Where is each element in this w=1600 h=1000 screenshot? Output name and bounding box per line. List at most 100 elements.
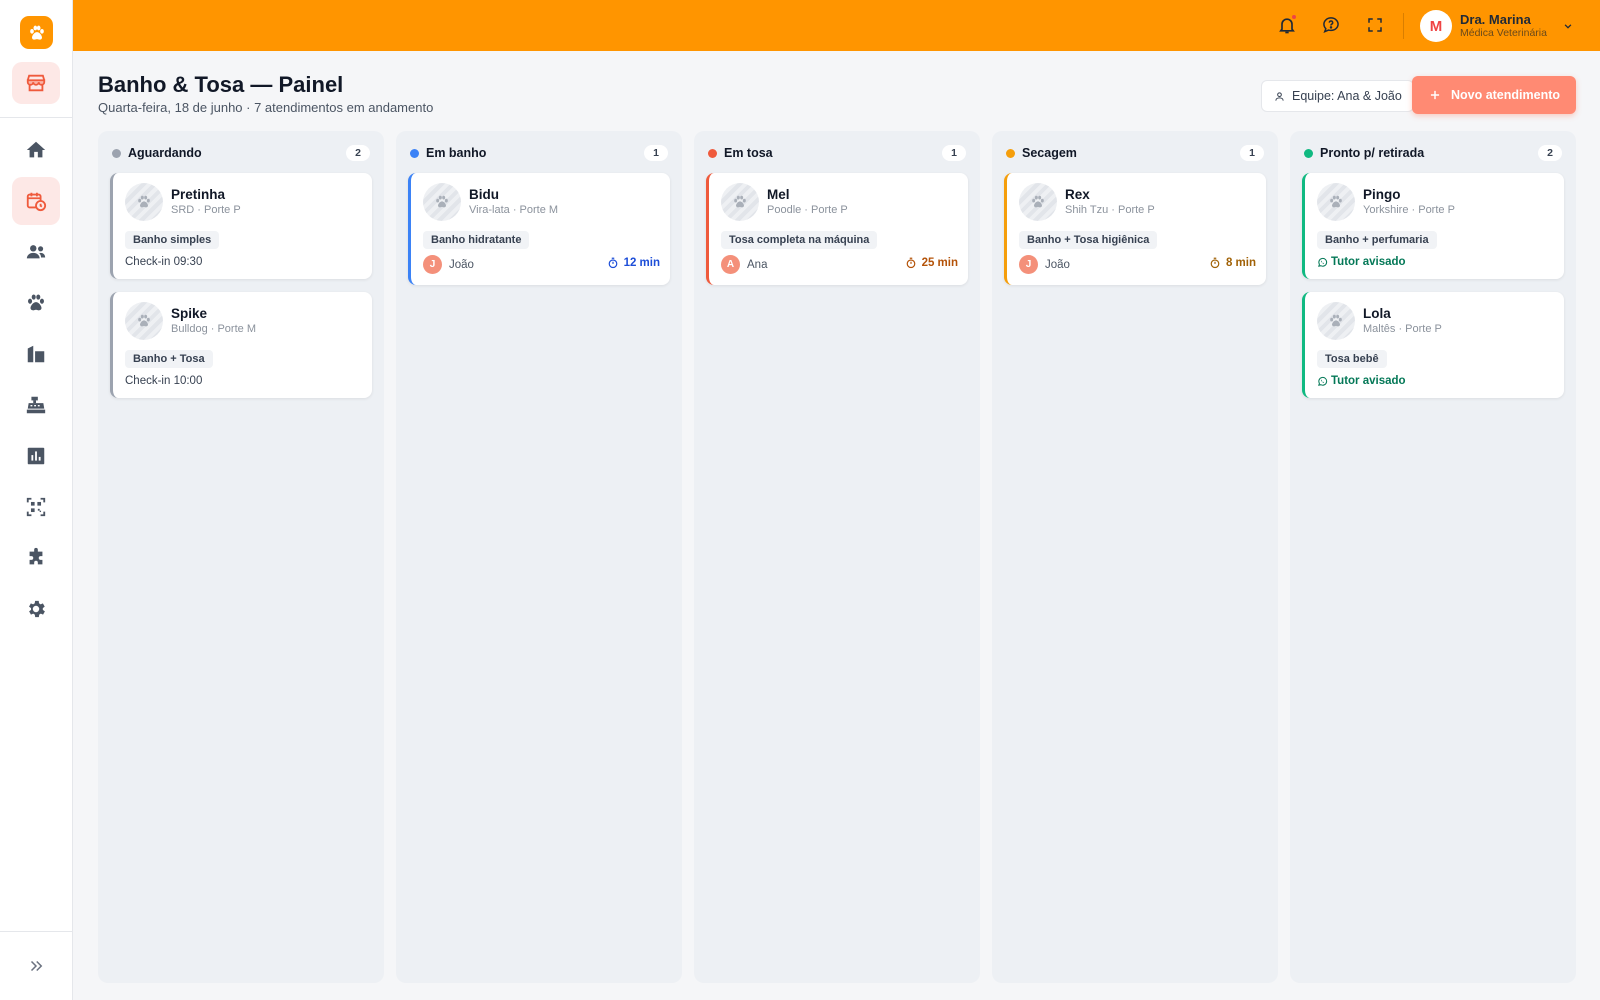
store-switcher-button[interactable] xyxy=(12,62,60,104)
pet-card[interactable]: Bidu Vira-lata · Porte M Banho hidratant… xyxy=(408,173,670,285)
pet-avatar xyxy=(423,183,461,221)
sidebar-item-qr-code[interactable] xyxy=(12,483,60,531)
chevron-down-icon xyxy=(1564,24,1572,29)
column-pronto-retirada: Pronto p/ retirada 2 Pingo Yorkshire · P… xyxy=(1290,131,1576,983)
user-menu[interactable]: M Dra. Marina Médica Veterinária xyxy=(1420,9,1575,43)
app-logo[interactable] xyxy=(20,16,53,49)
sidebar-item-cashier[interactable] xyxy=(12,381,60,429)
avatar: M xyxy=(1420,10,1452,42)
users-icon xyxy=(26,245,46,259)
sidebar-expand-button[interactable] xyxy=(24,954,48,978)
stopwatch-icon xyxy=(1210,257,1220,269)
pet-name: Lola xyxy=(1363,306,1391,321)
groomer-name: João xyxy=(449,258,474,271)
sidebar-item-pets[interactable] xyxy=(12,279,60,327)
building-icon xyxy=(27,345,45,363)
pet-card[interactable]: Mel Poodle · Porte P Tosa completa na má… xyxy=(706,173,968,285)
owner-notified-status: Tutor avisado xyxy=(1317,375,1406,387)
topbar-divider xyxy=(1403,13,1404,39)
column-count-badge: 2 xyxy=(346,145,370,161)
help-chat-icon xyxy=(1323,17,1339,34)
column-header: Em tosa 1 xyxy=(708,143,966,163)
pet-avatar xyxy=(1317,302,1355,340)
pet-card[interactable]: Rex Shih Tzu · Porte P Banho + Tosa higi… xyxy=(1004,173,1266,285)
whatsapp-icon xyxy=(1318,376,1328,386)
column-count-badge: 1 xyxy=(1240,145,1264,161)
sidebar-item-clients[interactable] xyxy=(12,228,60,276)
pet-card[interactable]: Spike Bulldog · Porte M Banho + Tosa Che… xyxy=(110,292,372,398)
checkin-time: Check-in 10:00 xyxy=(125,375,203,387)
pet-breed-size: Poodle · Porte P xyxy=(767,204,848,216)
sidebar xyxy=(0,0,73,1000)
paw-icon xyxy=(1330,195,1342,208)
service-tag: Banho hidratante xyxy=(423,231,530,249)
notification-dot xyxy=(1291,14,1297,20)
column-header: Pronto p/ retirada 2 xyxy=(1304,143,1562,163)
groomer-avatar: J xyxy=(423,255,442,274)
pet-breed-size: SRD · Porte P xyxy=(171,204,241,216)
user-role: Médica Veterinária xyxy=(1460,26,1547,39)
column-em-banho: Em banho 1 Bidu Vira-lata · Porte M Banh… xyxy=(396,131,682,983)
new-appointment-label: Novo atendimento xyxy=(1450,88,1561,102)
paw-icon xyxy=(29,25,44,40)
groomer: J João xyxy=(1019,255,1070,274)
gear-icon xyxy=(29,600,45,618)
notifications-button[interactable] xyxy=(1275,13,1299,37)
chart-icon xyxy=(27,447,45,465)
new-appointment-button[interactable]: Novo atendimento xyxy=(1412,76,1576,114)
checkin-time: Check-in 09:30 xyxy=(125,256,203,268)
chevrons-right-icon xyxy=(30,960,43,972)
store-icon xyxy=(26,74,46,92)
cash-register-icon xyxy=(26,396,46,414)
pet-breed-size: Bulldog · Porte M xyxy=(171,323,256,335)
pet-card[interactable]: Lola Maltês · Porte P Tosa bebê Tutor av… xyxy=(1302,292,1564,398)
column-title: Em banho xyxy=(426,146,487,160)
service-tag: Banho + perfumaria xyxy=(1317,231,1437,249)
column-title: Secagem xyxy=(1022,146,1077,160)
sidebar-item-home[interactable] xyxy=(12,126,60,174)
fullscreen-button[interactable] xyxy=(1363,13,1387,37)
page-title: Banho & Tosa — Painel xyxy=(98,72,344,97)
column-em-tosa: Em tosa 1 Mel Poodle · Porte P Tosa comp… xyxy=(694,131,980,983)
paw-icon xyxy=(138,195,150,208)
sidebar-item-schedule[interactable] xyxy=(12,177,60,225)
pet-name: Rex xyxy=(1065,187,1090,202)
sidebar-divider xyxy=(0,931,73,932)
team-filter-label: Equipe: Ana & João xyxy=(1292,89,1402,103)
timer-value: 12 min xyxy=(623,257,660,269)
column-count-badge: 1 xyxy=(942,145,966,161)
pet-avatar xyxy=(125,183,163,221)
sidebar-item-clinic[interactable] xyxy=(12,330,60,378)
pet-name: Spike xyxy=(171,306,208,321)
column-status-dot xyxy=(1006,148,1015,158)
groomer: A Ana xyxy=(721,255,767,274)
sidebar-item-integrations[interactable] xyxy=(12,534,60,582)
elapsed-timer: 12 min xyxy=(607,257,660,269)
team-filter-button[interactable]: Equipe: Ana & João xyxy=(1261,80,1414,112)
pet-card[interactable]: Pretinha SRD · Porte P Banho simples Che… xyxy=(110,173,372,279)
column-count-badge: 1 xyxy=(644,145,668,161)
sidebar-item-reports[interactable] xyxy=(12,432,60,480)
column-title: Aguardando xyxy=(128,146,202,160)
elapsed-timer: 8 min xyxy=(1209,257,1256,269)
sidebar-item-settings[interactable] xyxy=(12,585,60,633)
column-secagem: Secagem 1 Rex Shih Tzu · Porte P Banho +… xyxy=(992,131,1278,983)
groomer-avatar: J xyxy=(1019,255,1038,274)
pet-name: Bidu xyxy=(469,187,499,202)
column-header: Em banho 1 xyxy=(410,143,668,163)
user-info: Dra. Marina Médica Veterinária xyxy=(1460,11,1547,40)
groomer-name: João xyxy=(1045,258,1070,271)
calendar-clock-icon xyxy=(26,192,47,212)
groomer: J João xyxy=(423,255,474,274)
pet-name: Pretinha xyxy=(171,187,226,202)
column-title: Em tosa xyxy=(724,146,773,160)
help-chat-button[interactable] xyxy=(1319,13,1343,37)
user-name: Dra. Marina xyxy=(1460,11,1531,27)
stopwatch-icon xyxy=(906,257,915,269)
pet-name: Pingo xyxy=(1363,187,1401,202)
pet-avatar xyxy=(1019,183,1057,221)
pet-avatar xyxy=(1317,183,1355,221)
pet-card[interactable]: Pingo Yorkshire · Porte P Banho + perfum… xyxy=(1302,173,1564,279)
owner-notified-status: Tutor avisado xyxy=(1317,256,1406,268)
paw-icon xyxy=(1330,314,1342,327)
